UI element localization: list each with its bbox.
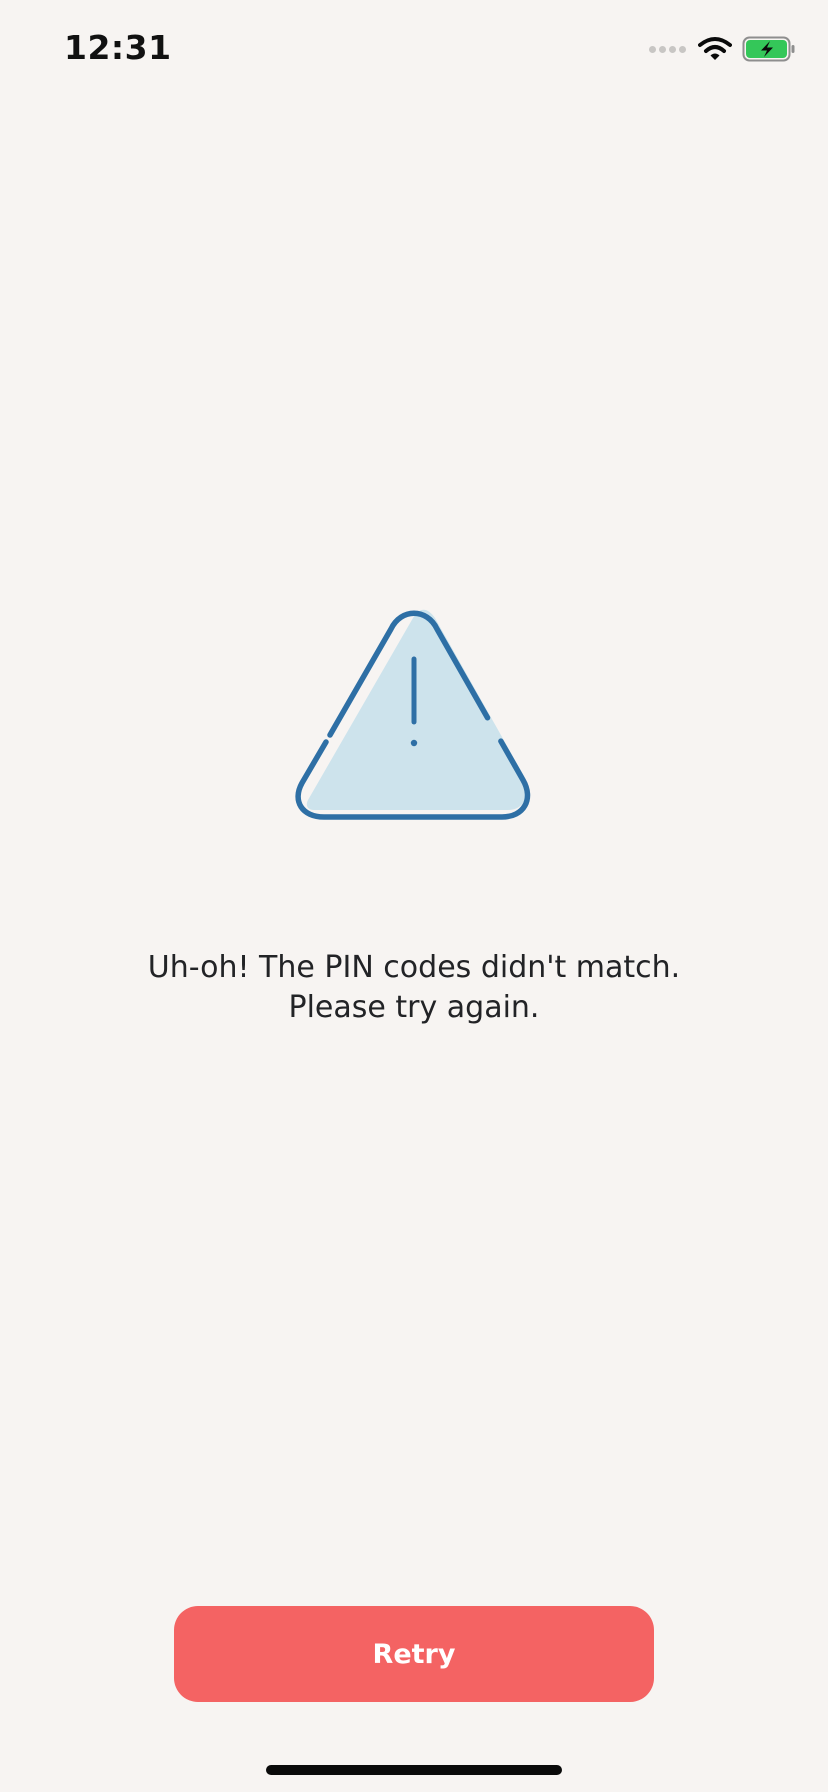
battery-charging-icon <box>742 36 795 62</box>
home-indicator[interactable] <box>266 1765 562 1775</box>
error-message: Uh-oh! The PIN codes didn't match. Pleas… <box>147 950 681 1025</box>
wifi-icon <box>698 37 732 60</box>
status-icons <box>649 34 796 64</box>
cellular-signal-icon <box>649 45 686 53</box>
status-bar: 12:31 <box>0 0 828 100</box>
status-time: 12:31 <box>64 28 172 67</box>
retry-button[interactable]: Retry <box>174 1606 654 1702</box>
pin-mismatch-screen: 12:31 Uh-oh! The PIN codes didn't match.… <box>0 0 828 1792</box>
warning-triangle-icon <box>295 609 531 820</box>
